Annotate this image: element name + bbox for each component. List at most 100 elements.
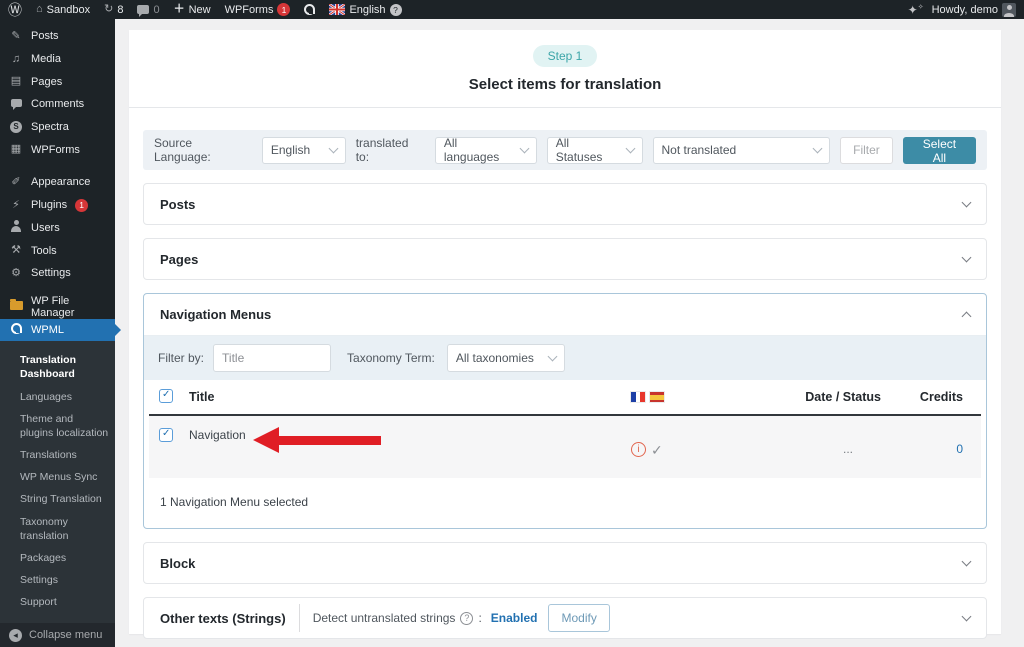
sidebar-item-wpml[interactable]: WPML	[0, 319, 115, 342]
folder-icon	[9, 301, 23, 313]
submenu-item-theme-plugins-localization[interactable]: Theme and plugins localization	[0, 408, 115, 444]
comments-count: 0	[153, 4, 159, 16]
sidebar-item-label: Plugins	[31, 199, 67, 211]
sidebar-item-pages[interactable]: ▤ Pages	[0, 70, 115, 93]
select-all-checkbox[interactable]	[159, 389, 173, 403]
modify-button[interactable]: Modify	[548, 604, 609, 632]
tools-icon: ⚒	[9, 245, 23, 256]
section-label: Navigation Menus	[160, 307, 271, 322]
check-status-icon: ✓	[651, 443, 663, 457]
wordpress-menu[interactable]: Ⓦ	[8, 3, 22, 17]
updates-link[interactable]: ↻ 8	[104, 4, 123, 16]
submenu-item-string-translation[interactable]: String Translation	[0, 488, 115, 510]
site-name-link[interactable]: ⌂ Sandbox	[36, 4, 90, 16]
brush-icon: ✐	[9, 177, 23, 188]
status-select[interactable]: All Statuses	[547, 137, 643, 164]
section-other-texts: Other texts (Strings) Detect untranslate…	[143, 597, 987, 639]
new-label: New	[189, 4, 211, 16]
help-icon[interactable]: ?	[460, 612, 473, 625]
main-content: Step 1 Select items for translation Sour…	[115, 19, 1024, 647]
wpml-adminbar-menu[interactable]	[304, 4, 315, 15]
collapse-arrow-icon: ◂	[9, 629, 22, 642]
nav-menus-table: Title Date / Status Credits Navigation	[149, 380, 981, 478]
chevron-up-icon	[962, 312, 972, 322]
select-all-button[interactable]: Select All	[903, 137, 976, 164]
submenu-item-support[interactable]: Support	[0, 591, 115, 613]
flag-uk-icon	[329, 4, 345, 15]
submenu-item-taxonomy-translation[interactable]: Taxonomy translation	[0, 511, 115, 547]
collapse-menu-label: Collapse menu	[29, 629, 102, 641]
sidebar-item-appearance[interactable]: ✐ Appearance	[0, 171, 115, 194]
submenu-item-translation-dashboard[interactable]: Translation Dashboard	[0, 349, 115, 385]
translation-filter-value: Not translated	[662, 143, 737, 157]
sidebar-item-media[interactable]: ♫ Media	[0, 48, 115, 71]
target-language-select[interactable]: All languages	[435, 137, 537, 164]
account-menu[interactable]: Howdy, demo	[932, 3, 1016, 17]
collapse-menu-button[interactable]: ◂ Collapse menu	[0, 623, 115, 647]
home-icon: ⌂	[36, 4, 43, 15]
section-posts-header[interactable]: Posts	[144, 184, 986, 224]
table-header-row: Title Date / Status Credits	[149, 380, 981, 416]
section-navigation-menus: Navigation Menus Filter by: Taxonomy Ter…	[143, 293, 987, 529]
section-block-header[interactable]: Block	[144, 543, 986, 583]
sidebar-item-wp-file-manager[interactable]: WP File Manager	[0, 295, 115, 319]
section-posts: Posts	[143, 183, 987, 225]
vertical-divider	[299, 604, 300, 632]
wordpress-logo-icon: Ⓦ	[8, 3, 22, 17]
sidebar-item-label: Settings	[31, 267, 71, 279]
title-column-header: Title	[189, 390, 631, 404]
credits-column-header: Credits	[881, 390, 971, 404]
section-navigation-menus-header[interactable]: Navigation Menus	[144, 294, 986, 336]
detect-strings-label: Detect untranslated strings	[313, 611, 456, 625]
avatar	[1002, 3, 1016, 17]
sidebar-item-wpforms[interactable]: ▦ WPForms	[0, 138, 115, 161]
translation-filter-select[interactable]: Not translated	[653, 137, 831, 164]
sidebar-item-tools[interactable]: ⚒ Tools	[0, 239, 115, 262]
sidebar-item-settings[interactable]: ⚙ Settings	[0, 262, 115, 285]
language-help-badge: ?	[390, 4, 402, 16]
sidebar-item-users[interactable]: Users	[0, 216, 115, 239]
filter-button[interactable]: Filter	[840, 137, 893, 164]
section-label: Pages	[160, 252, 198, 267]
submenu-item-packages[interactable]: Packages	[0, 547, 115, 569]
step-badge: Step 1	[533, 45, 598, 67]
source-language-select[interactable]: English	[262, 137, 346, 164]
detect-strings-status: Enabled	[491, 611, 538, 625]
section-pages-header[interactable]: Pages	[144, 239, 986, 279]
section-label: Posts	[160, 197, 195, 212]
warning-status-icon[interactable]	[631, 442, 646, 457]
language-label: English	[349, 4, 385, 16]
plugins-update-badge: 1	[75, 199, 88, 212]
taxonomy-value: All taxonomies	[456, 351, 534, 365]
flag-fr-icon	[631, 392, 645, 402]
comments-icon	[137, 5, 149, 14]
sidebar-item-comments[interactable]: Comments	[0, 93, 115, 116]
sparkles-icon: ✦✧	[908, 4, 924, 16]
sidebar-item-spectra[interactable]: S Spectra	[0, 116, 115, 139]
wpforms-adminbar-menu[interactable]: WPForms 1	[225, 3, 291, 16]
language-switcher[interactable]: English ?	[329, 4, 401, 16]
chevron-down-icon	[328, 143, 338, 153]
title-filter-input[interactable]	[213, 344, 331, 372]
sidebar-item-posts[interactable]: ✎ Posts	[0, 25, 115, 48]
source-language-value: English	[271, 143, 310, 157]
taxonomy-term-label: Taxonomy Term:	[347, 351, 435, 365]
chevron-down-icon	[962, 611, 972, 621]
wpforms-label: WPForms	[225, 4, 274, 16]
row-checkbox[interactable]	[159, 428, 173, 442]
current-menu-arrow	[115, 324, 121, 336]
comments-link[interactable]: 0	[137, 4, 159, 16]
submenu-item-wp-menus-sync[interactable]: WP Menus Sync	[0, 466, 115, 488]
section-other-texts-header[interactable]: Other texts (Strings) Detect untranslate…	[144, 598, 986, 638]
sidebar-item-plugins[interactable]: ⚡ Plugins 1	[0, 194, 115, 217]
comment-icon	[9, 99, 23, 110]
wpml-icon	[304, 4, 315, 15]
submenu-item-settings[interactable]: Settings	[0, 569, 115, 591]
taxonomy-select[interactable]: All taxonomies	[447, 344, 565, 372]
plugin-icon: ⚡	[9, 200, 23, 211]
submenu-item-translations[interactable]: Translations	[0, 444, 115, 466]
sidebar-separator	[0, 285, 115, 295]
submenu-item-languages[interactable]: Languages	[0, 386, 115, 408]
new-content-menu[interactable]: ＋ New	[174, 4, 211, 16]
row-credits-link[interactable]: 0	[956, 442, 963, 456]
